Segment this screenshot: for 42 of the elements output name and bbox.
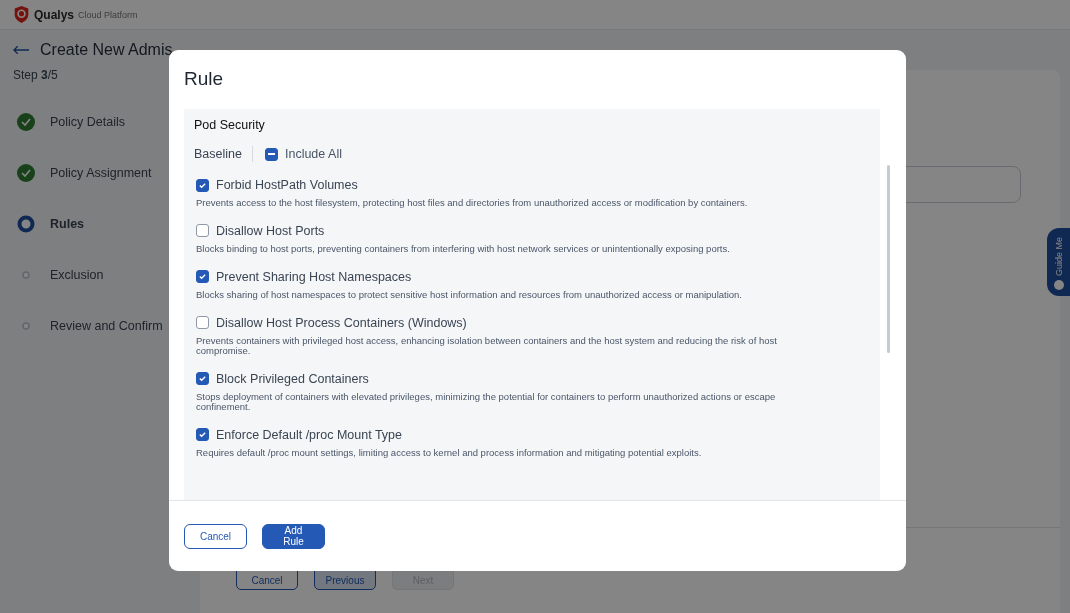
step-label[interactable]: Rules xyxy=(50,216,85,231)
guide-icon xyxy=(1053,280,1064,290)
dialog-button[interactable]: Add Rule xyxy=(262,523,325,549)
step-label[interactable]: Review and Confirm xyxy=(50,318,163,333)
check-icon xyxy=(198,430,207,440)
checkbox[interactable] xyxy=(196,224,209,238)
rule-description: Blocks sharing of host namespaces to protect sensitive host information and resources from unauthorized access or manipulation. xyxy=(196,289,743,300)
dialog-title: Rule xyxy=(183,67,225,91)
step-label[interactable]: Policy Details xyxy=(50,114,126,129)
rule-title: Disallow Host Ports xyxy=(216,223,325,238)
include-all-label: Include All xyxy=(284,147,342,161)
check-icon xyxy=(198,272,207,282)
shield-logo-icon xyxy=(13,5,30,24)
rule-title: Block Privileged Containers xyxy=(216,371,369,386)
checkbox[interactable] xyxy=(196,178,209,192)
rule-description: Prevents containers with privileged host access, enhancing isolation between containers and the host system and reducing the risk of host compromise. xyxy=(196,335,778,356)
back-arrow-icon[interactable] xyxy=(13,45,30,55)
check-icon xyxy=(198,180,207,190)
guide-me-tab[interactable]: Guide Me xyxy=(1047,228,1070,296)
brand-name: Qualys xyxy=(34,7,75,22)
checkbox[interactable] xyxy=(196,372,209,386)
checkbox[interactable] xyxy=(264,147,278,161)
step-label[interactable]: Exclusion xyxy=(50,267,104,282)
rule-description: Prevents access to the host filesystem, protecting host files and directories from unauthorized access or modification by containers. xyxy=(196,198,749,208)
group-label: Baseline xyxy=(194,147,242,161)
rule-description: Blocks binding to host ports, preventing containers from interfering with host network services or unintentionally exposing ports. xyxy=(196,243,731,254)
section-title: Pod Security xyxy=(194,118,266,132)
rule-description: Stops deployment of containers with elevated privileges, minimizing the potential for containers to perform unauthorized actions or escape confinement. xyxy=(196,391,777,412)
rule-title: Prevent Sharing Host Namespaces xyxy=(216,269,412,284)
scrollbar[interactable] xyxy=(887,165,890,353)
rule-title: Disallow Host Process Containers (Windows) xyxy=(216,315,467,330)
rule-title: Forbid HostPath Volumes xyxy=(216,178,358,192)
check-icon xyxy=(198,374,207,384)
checkbox[interactable] xyxy=(196,270,209,284)
checkbox[interactable] xyxy=(196,316,209,330)
dialog-button[interactable]: Cancel xyxy=(184,523,247,549)
product-name: Cloud Platform xyxy=(78,9,138,20)
checkbox[interactable] xyxy=(196,428,209,442)
rule-title: Enforce Default /proc Mount Type xyxy=(216,427,402,442)
page-title: Create New Admis xyxy=(40,41,173,59)
rule-description: Requires default /proc mount settings, limiting access to kernel and process information and mitigating potential exploits. xyxy=(196,447,703,458)
step-label[interactable]: Policy Assignment xyxy=(50,165,152,180)
